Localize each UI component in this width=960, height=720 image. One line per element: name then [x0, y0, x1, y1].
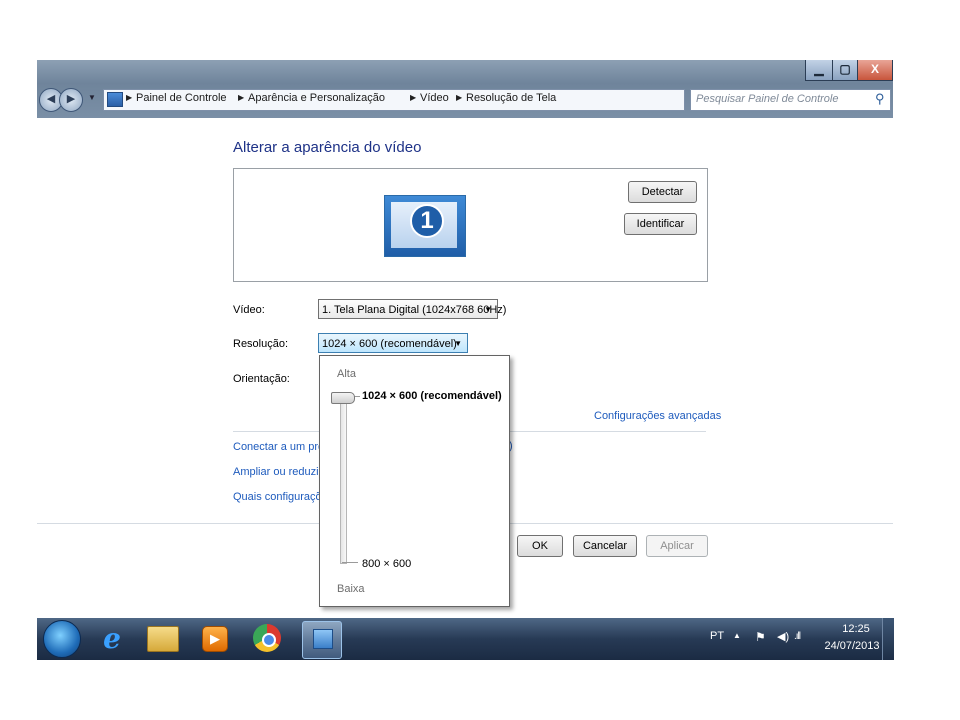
resolution-select-value: 1024 × 600 (recomendável) [322, 338, 457, 350]
slider-low-label: Baixa [337, 583, 365, 595]
orientation-label: Orientação: [233, 373, 290, 385]
clock-date[interactable]: 24/07/2013 [817, 640, 887, 652]
slider-tick [342, 562, 358, 563]
video-select-value: 1. Tela Plana Digital (1024x768 60Hz) [322, 304, 507, 316]
monitor-number: 1 [410, 204, 444, 238]
show-hidden-icons-icon[interactable]: ▲ [733, 631, 741, 640]
search-placeholder: Pesquisar Painel de Controle [696, 93, 839, 105]
apply-button[interactable]: Aplicar [646, 535, 708, 557]
control-panel-icon [107, 92, 123, 107]
cancel-button[interactable]: Cancelar [573, 535, 637, 557]
page-title: Alterar a aparência do vídeo [233, 139, 422, 156]
show-desktop-button[interactable] [882, 618, 894, 660]
resolution-slider-thumb[interactable] [331, 392, 355, 404]
video-label: Vídeo: [233, 304, 265, 316]
slider-min-value: 800 × 600 [362, 558, 412, 570]
search-input[interactable]: Pesquisar Painel de Controle ⚲ [690, 89, 891, 111]
address-bar[interactable]: ▶ Painel de Controle ▶ Aparência e Perso… [103, 89, 740, 111]
close-button[interactable]: X [857, 60, 893, 81]
identify-button[interactable]: Identificar [624, 213, 697, 235]
volume-icon[interactable]: ◀) [777, 630, 789, 643]
recent-pages-icon[interactable]: ▼ [88, 93, 96, 102]
resolution-slider-track[interactable] [340, 396, 347, 564]
minimize-button[interactable]: ▁ [805, 60, 833, 81]
chevron-down-icon: ▼ [484, 305, 492, 314]
breadcrumb-separator-icon: ▶ [410, 93, 417, 102]
display-preview: 1 Detectar Identificar [233, 168, 708, 282]
slider-high-label: Alta [337, 368, 356, 380]
action-center-icon[interactable]: ⚑ [755, 630, 766, 644]
text-size-link[interactable]: Ampliar ou reduzir texto [233, 466, 319, 478]
video-select[interactable]: 1. Tela Plana Digital (1024x768 60Hz) ▼ [318, 299, 506, 319]
resolution-label: Resolução: [233, 338, 289, 350]
chevron-down-icon: ▼ [454, 339, 462, 348]
clock-time[interactable]: 12:25 [826, 623, 886, 635]
maximize-button[interactable]: ▢ [832, 60, 858, 81]
connect-projector-link[interactable]: Conectar a um projetor [233, 441, 319, 453]
chrome-icon[interactable] [253, 624, 281, 652]
detect-button[interactable]: Detectar [628, 181, 697, 203]
resolution-popup: Alta 1024 × 600 (recomendável) 800 × 600… [319, 355, 510, 607]
breadcrumb-separator-icon: ▶ [456, 93, 463, 102]
control-panel-taskbar-button[interactable] [302, 621, 342, 659]
media-player-icon[interactable]: ▶ [202, 626, 228, 652]
forward-icon[interactable]: ▶ [59, 88, 83, 112]
ok-button[interactable]: OK [517, 535, 563, 557]
windows-start-icon[interactable] [43, 620, 81, 658]
internet-explorer-icon[interactable]: e [95, 622, 129, 656]
language-indicator[interactable]: PT [710, 630, 724, 642]
title-bar: ▁ ▢ X ◀ ▶ ▼ ▶ Painel de Controle ▶ Aparê… [37, 60, 893, 118]
slider-selected-value: 1024 × 600 (recomendável) [362, 390, 502, 402]
advanced-settings-link[interactable]: Configurações avançadas [594, 410, 721, 422]
breadcrumb-resolucao[interactable]: Resolução de Tela [466, 92, 556, 104]
resolution-select[interactable]: 1024 × 600 (recomendável) ▼ [318, 333, 468, 353]
network-signal-icon[interactable]: .ıll [794, 631, 801, 642]
windows-explorer-icon[interactable] [147, 626, 179, 652]
control-panel-icon [313, 629, 333, 649]
navigation-row: ◀ ▶ ▼ ▶ Painel de Controle ▶ Aparência e… [37, 88, 893, 112]
chrome-center [262, 633, 276, 647]
breadcrumb-separator-icon: ▶ [238, 93, 245, 102]
breadcrumb-painel[interactable]: Painel de Controle [136, 92, 227, 104]
breadcrumb-aparencia[interactable]: Aparência e Personalização [248, 92, 385, 104]
breadcrumb-video[interactable]: Vídeo [420, 92, 449, 104]
which-settings-link[interactable]: Quais configurações [233, 491, 319, 503]
search-icon[interactable]: ⚲ [875, 91, 885, 107]
taskbar: e ▶ PT ▲ ⚑ ◀) .ıll 12:25 24/07/2013 [37, 618, 894, 660]
breadcrumb-separator-icon: ▶ [126, 93, 133, 102]
monitor-icon[interactable]: 1 [384, 195, 466, 257]
